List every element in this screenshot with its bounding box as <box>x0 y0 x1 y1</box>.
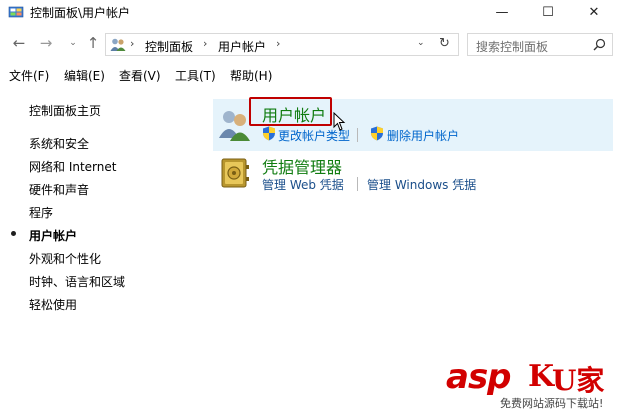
title-bar: 控制面板\用户帐户 — ☐ ✕ <box>0 0 617 25</box>
arrow-up-icon: ↑ <box>86 34 100 52</box>
close-icon: ✕ <box>588 5 600 20</box>
breadcrumb-separator[interactable]: › <box>276 37 280 50</box>
watermark-asp: asp <box>446 357 512 397</box>
uac-shield-icon <box>371 126 383 141</box>
nav-network-internet[interactable]: 网络和 Internet <box>29 158 116 175</box>
menu-help[interactable]: 帮助(H) <box>230 67 272 84</box>
search-placeholder: 搜索控制面板 <box>476 40 549 54</box>
nav-user-accounts[interactable]: 用户帐户 <box>29 227 77 244</box>
chevron-down-icon: ⌄ <box>69 38 77 48</box>
menu-tools[interactable]: 工具(T) <box>175 67 216 84</box>
breadcrumb-separator[interactable]: › <box>203 37 207 50</box>
uac-shield-icon <box>263 126 275 141</box>
watermark-cn: U家 <box>552 364 605 397</box>
address-bar[interactable]: › 控制面板 › 用户帐户 › ⌄ ↻ <box>105 33 459 56</box>
mouse-cursor-icon <box>333 112 346 131</box>
user-accounts-icon <box>219 111 250 141</box>
search-icon <box>593 38 606 51</box>
user-accounts-icon <box>110 38 126 51</box>
left-navigation: 控制面板主页 系统和安全 网络和 Internet 硬件和声音 程序 用户帐户 … <box>0 90 200 330</box>
menu-file[interactable]: 文件(F) <box>9 67 49 84</box>
watermark-k: K <box>528 359 555 394</box>
navigation-bar: ← → ⌄ ↑ › 控制面板 › 用户帐户 › ⌄ ↻ 搜索控制面板 <box>0 30 617 58</box>
close-button[interactable]: ✕ <box>571 0 617 25</box>
refresh-icon[interactable]: ↻ <box>439 36 450 51</box>
nav-control-panel-home[interactable]: 控制面板主页 <box>29 102 101 119</box>
link-manage-web-credentials[interactable]: 管理 Web 凭据 <box>262 176 344 193</box>
search-input[interactable]: 搜索控制面板 <box>467 33 613 56</box>
active-bullet-icon <box>11 231 16 236</box>
link-divider <box>357 177 358 191</box>
breadcrumb-control-panel[interactable]: 控制面板 <box>145 38 193 55</box>
link-manage-windows-credentials[interactable]: 管理 Windows 凭据 <box>367 176 476 193</box>
maximize-button[interactable]: ☐ <box>525 0 571 25</box>
breadcrumb-separator: › <box>130 37 135 50</box>
minimize-icon: — <box>495 5 509 20</box>
link-delete-user-account[interactable]: 删除用户帐户 <box>387 127 459 144</box>
minimize-button[interactable]: — <box>479 0 525 25</box>
link-divider <box>357 128 358 142</box>
forward-button[interactable]: → <box>37 34 55 52</box>
address-dropdown-icon[interactable]: ⌄ <box>417 38 425 48</box>
nav-hardware-sound[interactable]: 硬件和声音 <box>29 181 89 198</box>
menu-edit[interactable]: 编辑(E) <box>64 67 105 84</box>
nav-system-security[interactable]: 系统和安全 <box>29 135 89 152</box>
nav-clock-language-region[interactable]: 时钟、语言和区域 <box>29 273 125 290</box>
menu-bar: 文件(F) 编辑(E) 查看(V) 工具(T) 帮助(H) <box>0 64 617 86</box>
category-title-credential-manager[interactable]: 凭据管理器 <box>262 154 342 178</box>
nav-programs[interactable]: 程序 <box>29 204 53 221</box>
breadcrumb-user-accounts[interactable]: 用户帐户 <box>218 38 266 55</box>
window-title: 控制面板\用户帐户 <box>30 6 131 20</box>
nav-ease-of-access[interactable]: 轻松使用 <box>29 296 77 313</box>
back-button[interactable]: ← <box>10 34 28 52</box>
arrow-right-icon: → <box>39 34 53 52</box>
control-panel-icon <box>8 6 24 18</box>
up-button[interactable]: ↑ <box>84 34 102 52</box>
nav-appearance[interactable]: 外观和个性化 <box>29 250 101 267</box>
category-title-user-accounts[interactable]: 用户帐户 <box>262 102 326 126</box>
watermark-subtitle: 免费网站源码下载站! <box>500 397 604 410</box>
arrow-left-icon: ← <box>12 34 26 52</box>
menu-view[interactable]: 查看(V) <box>119 67 161 84</box>
credential-manager-icon <box>221 158 249 188</box>
maximize-icon: ☐ <box>542 5 554 20</box>
watermark: asp K U家 免费网站源码下载站! <box>444 357 617 413</box>
recent-locations-button[interactable]: ⌄ <box>64 34 82 52</box>
